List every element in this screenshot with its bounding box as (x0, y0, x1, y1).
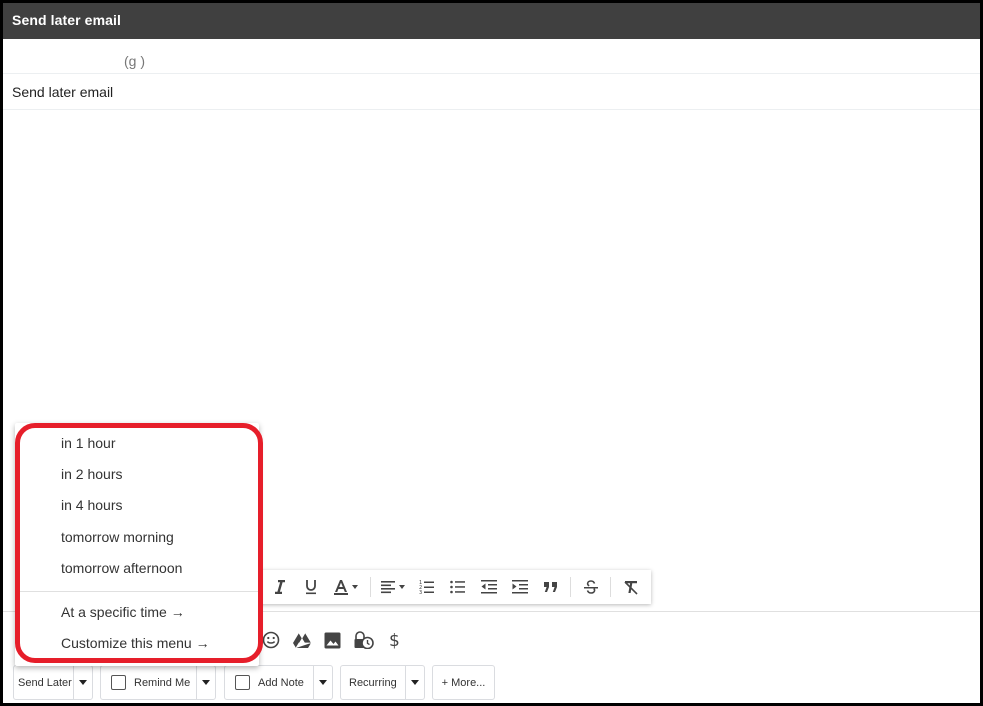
align-icon[interactable] (375, 573, 411, 601)
italic-icon[interactable] (264, 573, 295, 601)
menu-item-customize[interactable]: Customize this menu → (15, 628, 259, 659)
menu-item-label: tomorrow morning (61, 529, 174, 545)
menu-item-in-4-hours[interactable]: in 4 hours (15, 490, 259, 521)
recurring-label: Recurring (349, 676, 397, 689)
menu-item-tomorrow-afternoon[interactable]: tomorrow afternoon (15, 553, 259, 584)
chevron-down-icon (79, 680, 87, 685)
remind-me-dropdown[interactable] (196, 666, 215, 699)
menu-item-label: At a specific time → (61, 604, 185, 620)
toolbar-separator (570, 577, 571, 597)
send-later-button[interactable]: Send Later (13, 665, 93, 700)
remove-formatting-icon[interactable] (615, 573, 646, 601)
menu-item-in-2-hours[interactable]: in 2 hours (15, 459, 259, 490)
recurring-button[interactable]: Recurring (340, 665, 425, 700)
toolbar-separator (610, 577, 611, 597)
insert-money-icon[interactable]: $ (379, 628, 410, 652)
google-drive-icon[interactable] (286, 628, 317, 652)
remind-me-label: Remind Me (134, 676, 191, 689)
compose-icon-row: $ (255, 627, 410, 653)
chevron-down-icon (202, 680, 210, 685)
quote-icon[interactable] (535, 573, 566, 601)
menu-item-label: in 1 hour (61, 435, 116, 451)
toolbar-separator (370, 577, 371, 597)
send-later-label: Send Later (18, 676, 72, 689)
remind-me-checkbox[interactable] (111, 675, 126, 690)
svg-text:3: 3 (419, 590, 422, 595)
menu-item-label: in 2 hours (61, 466, 123, 482)
strikethrough-icon[interactable] (575, 573, 606, 601)
window-title: Send later email (12, 12, 121, 28)
add-note-dropdown[interactable] (313, 666, 332, 699)
indent-less-icon[interactable] (473, 573, 504, 601)
menu-item-label: Customize this menu → (61, 635, 210, 651)
menu-item-label: tomorrow afternoon (61, 560, 183, 576)
recurring-dropdown[interactable] (405, 666, 424, 699)
subject-field[interactable]: Send later email (3, 74, 980, 110)
send-later-menu: in 1 hour in 2 hours in 4 hours tomorrow… (15, 423, 259, 666)
remind-me-button[interactable]: Remind Me (100, 665, 216, 700)
recipients-cut-text: (g ) (124, 53, 145, 69)
underline-icon[interactable] (295, 573, 326, 601)
emoji-icon[interactable] (255, 628, 286, 652)
insert-photo-icon[interactable] (317, 628, 348, 652)
numbered-list-icon[interactable]: 123 (411, 573, 442, 601)
more-label: + More... (441, 676, 486, 689)
compose-titlebar[interactable]: Send later email (3, 3, 980, 39)
menu-item-in-1-hour[interactable]: in 1 hour (15, 428, 259, 459)
chevron-down-icon (319, 680, 327, 685)
chevron-down-icon (411, 680, 419, 685)
text-color-icon[interactable] (326, 573, 366, 601)
formatting-toolbar: 123 (258, 570, 651, 604)
add-note-checkbox[interactable] (235, 675, 250, 690)
recipients-row[interactable]: (g ) (3, 39, 980, 74)
add-note-button[interactable]: Add Note (224, 665, 333, 700)
menu-divider (15, 591, 259, 592)
subject-text: Send later email (12, 84, 114, 100)
bulleted-list-icon[interactable] (442, 573, 473, 601)
add-note-label: Add Note (258, 676, 304, 689)
menu-item-label: in 4 hours (61, 497, 123, 513)
menu-item-tomorrow-morning[interactable]: tomorrow morning (15, 522, 259, 553)
svg-text:$: $ (389, 631, 400, 649)
compose-window: Send later email (g ) Send later email 1… (0, 0, 983, 706)
send-later-dropdown[interactable] (73, 666, 92, 699)
menu-item-specific-time[interactable]: At a specific time → (15, 597, 259, 628)
more-button[interactable]: + More... (432, 665, 495, 700)
indent-more-icon[interactable] (504, 573, 535, 601)
confidential-mode-icon[interactable] (348, 628, 379, 652)
